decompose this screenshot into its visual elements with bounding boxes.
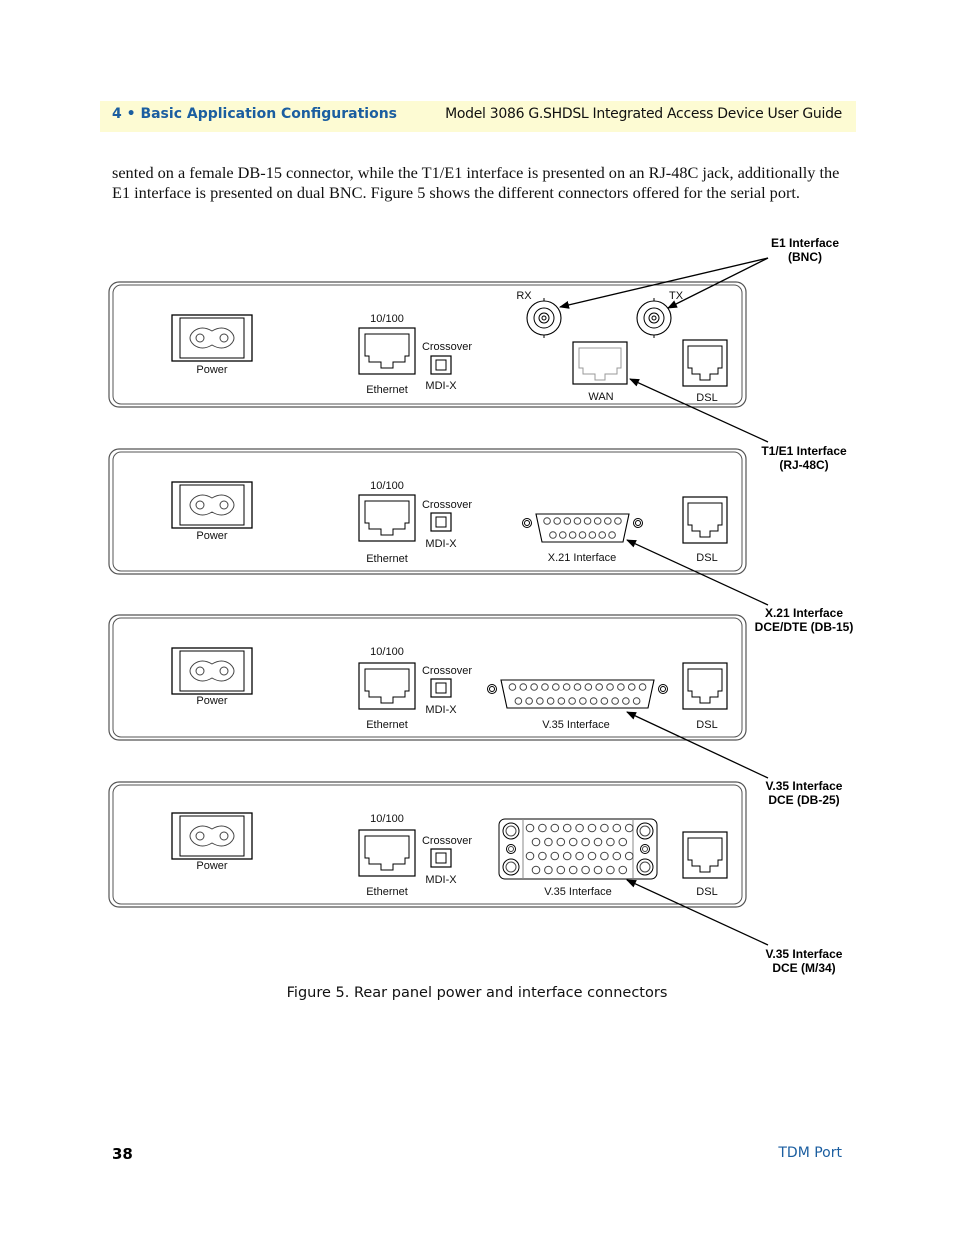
mdix-label: MDI-X [425, 704, 457, 716]
power-label: Power [196, 695, 228, 707]
crossover-label: Crossover [422, 341, 472, 353]
callout-x21-db15: X.21 Interface DCE/DTE (DB-15) [755, 606, 854, 634]
dsl-label: DSL [696, 392, 717, 404]
ethernet-port-icon [358, 829, 416, 877]
crossover-label: Crossover [422, 835, 472, 847]
svg-text:(BNC): (BNC) [788, 250, 822, 264]
mdix-button-icon [430, 678, 452, 698]
speed-label: 10/100 [370, 813, 404, 825]
svg-text:E1 Interface: E1 Interface [771, 236, 839, 250]
rx-label: RX [516, 290, 532, 302]
power-connector-icon [171, 481, 253, 529]
speed-label: 10/100 [370, 313, 404, 325]
mdix-button-icon [430, 848, 452, 868]
mdix-label: MDI-X [425, 874, 457, 886]
svg-text:V.35 Interface: V.35 Interface [766, 779, 843, 793]
callout-e1-bnc: E1 Interface (BNC) [771, 236, 839, 264]
svg-text:DCE (DB-25): DCE (DB-25) [768, 793, 839, 807]
speed-label: 10/100 [370, 646, 404, 658]
power-label: Power [196, 364, 228, 376]
callout-v35-m34: V.35 Interface DCE (M/34) [766, 947, 843, 975]
svg-text:DCE/DTE (DB-15): DCE/DTE (DB-15) [755, 620, 854, 634]
panel-v35-db25: Power 10/100 Ethernet Crossover MDI-X V.… [108, 614, 747, 741]
svg-text:(RJ-48C): (RJ-48C) [779, 458, 828, 472]
crossover-label: Crossover [422, 499, 472, 511]
svg-text:X.21 Interface: X.21 Interface [765, 606, 843, 620]
m34-connector-icon [498, 818, 658, 880]
wan-label: WAN [588, 391, 613, 403]
panel-x21: Power 10/100 Ethernet Crossover MDI-X X.… [108, 448, 747, 575]
mdix-button-icon [430, 355, 452, 375]
dsl-port-icon [682, 662, 728, 710]
tx-label: TX [669, 290, 684, 302]
ethernet-label: Ethernet [366, 384, 408, 396]
wan-port-icon [572, 341, 628, 385]
dsl-port-icon [682, 496, 728, 544]
ethernet-port-icon [358, 327, 416, 375]
dsl-label: DSL [696, 719, 717, 731]
power-connector-icon [171, 812, 253, 860]
mdix-label: MDI-X [425, 380, 457, 392]
interface-label: V.35 Interface [544, 886, 611, 898]
power-label: Power [196, 530, 228, 542]
power-connector-icon [171, 647, 253, 695]
mdix-label: MDI-X [425, 538, 457, 550]
interface-label: X.21 Interface [548, 552, 617, 564]
dsl-label: DSL [696, 552, 717, 564]
page-number: 38 [112, 1145, 133, 1163]
speed-label: 10/100 [370, 480, 404, 492]
dsl-port-icon [682, 831, 728, 879]
dsl-port-icon [682, 339, 728, 387]
mdix-button-icon [430, 512, 452, 532]
ethernet-label: Ethernet [366, 553, 408, 565]
db25-connector-icon [487, 679, 668, 709]
ethernet-label: Ethernet [366, 719, 408, 731]
interface-label: V.35 Interface [542, 719, 609, 731]
ethernet-port-icon [358, 494, 416, 542]
footer-section: TDM Port [778, 1145, 842, 1161]
dsl-label: DSL [696, 886, 717, 898]
ethernet-label: Ethernet [366, 886, 408, 898]
rear-panel-figure: Power 10/100 Ethernet Crossover MDI-X RX… [108, 236, 854, 975]
svg-text:T1/E1 Interface: T1/E1 Interface [761, 444, 847, 458]
svg-text:DCE (M/34): DCE (M/34) [772, 961, 835, 975]
panel-v35-m34: Power 10/100 Ethernet Crossover MDI-X V.… [108, 781, 747, 908]
svg-text:V.35 Interface: V.35 Interface [766, 947, 843, 961]
crossover-label: Crossover [422, 665, 472, 677]
power-label: Power [196, 860, 228, 872]
ethernet-port-icon [358, 662, 416, 710]
callout-t1e1-rj48c: T1/E1 Interface (RJ-48C) [761, 444, 847, 472]
callout-v35-db25: V.35 Interface DCE (DB-25) [766, 779, 843, 807]
figure-caption: Figure 5. Rear panel power and interface… [286, 985, 668, 1001]
power-connector-icon [171, 314, 253, 362]
